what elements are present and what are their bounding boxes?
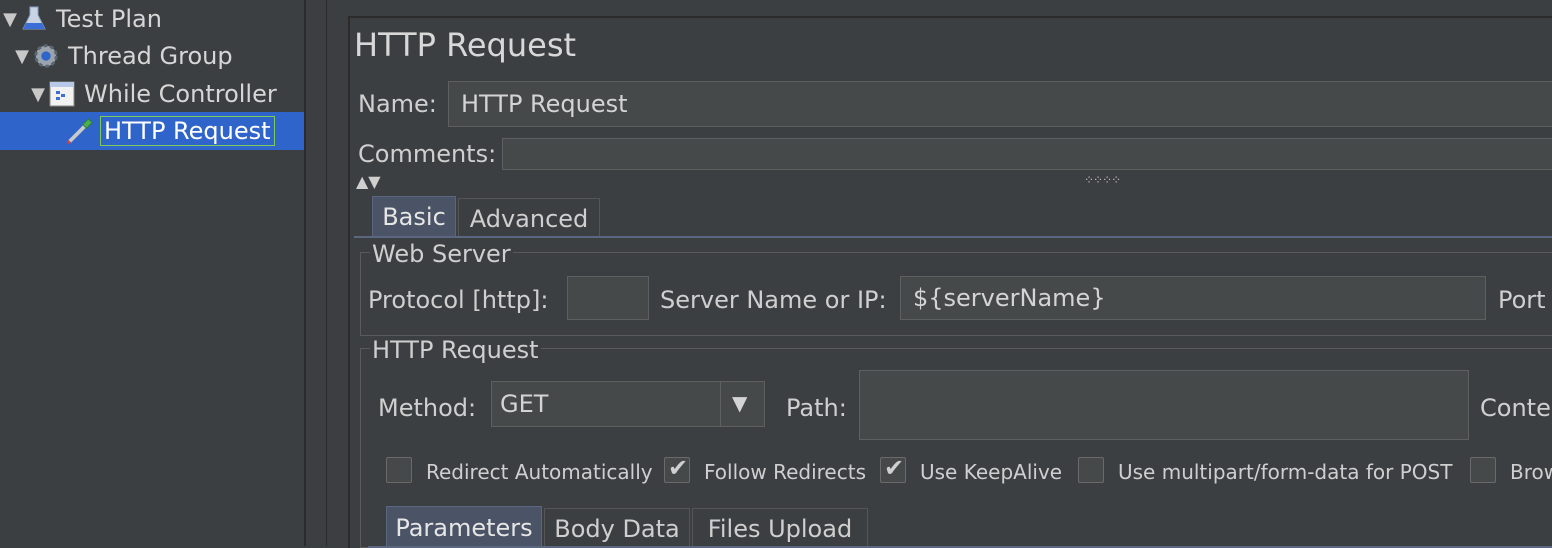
panel-title: HTTP Request bbox=[354, 26, 577, 64]
name-input[interactable] bbox=[448, 81, 1552, 127]
tree-item-test-plan[interactable]: ▼ Test Plan bbox=[0, 0, 162, 38]
redirect-automatically-label: Redirect Automatically bbox=[426, 460, 653, 484]
tab-body-data[interactable]: Body Data bbox=[544, 508, 690, 548]
tree-item-label: HTTP Request bbox=[100, 116, 275, 146]
content-encoding-label: Conte bbox=[1480, 394, 1551, 422]
comments-input[interactable] bbox=[502, 138, 1552, 170]
comments-label: Comments: bbox=[358, 140, 497, 168]
tree-item-label: Test Plan bbox=[56, 5, 162, 33]
tree-item-label: Thread Group bbox=[68, 42, 233, 70]
tree-item-http-request[interactable]: HTTP Request bbox=[0, 112, 304, 150]
test-plan-tree: ▼ Test Plan ▼ Thread Group ▼ While Contr… bbox=[0, 0, 304, 546]
server-name-label: Server Name or IP: bbox=[660, 286, 887, 314]
expand-arrow-icon[interactable]: ▼ bbox=[28, 84, 48, 105]
controller-icon bbox=[48, 80, 76, 108]
tree-item-label: While Controller bbox=[84, 80, 277, 108]
protocol-input[interactable] bbox=[567, 276, 649, 320]
protocol-label: Protocol [http]: bbox=[368, 286, 549, 314]
method-value: GET bbox=[500, 390, 549, 418]
drag-handle-icon[interactable]: ⁘⁘⁘⁘ bbox=[1084, 173, 1121, 187]
browser-compatible-checkbox[interactable] bbox=[1470, 457, 1496, 483]
multipart-form-data-label: Use multipart/form-data for POST bbox=[1118, 460, 1453, 484]
browser-compatible-label: Brow bbox=[1510, 460, 1552, 484]
http-request-legend: HTTP Request bbox=[370, 336, 541, 364]
web-server-legend: Web Server bbox=[370, 240, 513, 268]
name-label: Name: bbox=[358, 90, 437, 118]
server-name-input[interactable] bbox=[900, 276, 1486, 320]
method-select[interactable]: GET ▼ bbox=[491, 381, 765, 427]
expand-arrow-icon[interactable]: ▼ bbox=[12, 46, 32, 67]
chevron-down-icon[interactable]: ▼ bbox=[732, 391, 747, 415]
follow-redirects-checkbox[interactable] bbox=[664, 454, 690, 483]
http-request-panel: HTTP Request Name: Comments: ▲▼ ⁘⁘⁘⁘ Bas… bbox=[348, 16, 1552, 548]
follow-redirects-label: Follow Redirects bbox=[704, 460, 866, 484]
gear-icon bbox=[32, 42, 60, 70]
select-divider bbox=[720, 382, 721, 426]
collapse-arrows-icon[interactable]: ▲▼ bbox=[356, 172, 381, 191]
port-label: Port bbox=[1498, 286, 1546, 314]
path-label: Path: bbox=[786, 394, 847, 422]
use-keepalive-label: Use KeepAlive bbox=[920, 460, 1063, 484]
tab-advanced[interactable]: Advanced bbox=[458, 198, 600, 238]
flask-icon bbox=[20, 5, 48, 33]
expand-arrow-icon[interactable]: ▼ bbox=[0, 9, 20, 30]
multipart-form-data-checkbox[interactable] bbox=[1078, 457, 1104, 483]
method-label: Method: bbox=[378, 394, 477, 422]
tab-files-upload[interactable]: Files Upload bbox=[692, 508, 868, 548]
use-keepalive-checkbox[interactable] bbox=[880, 454, 906, 483]
tree-item-while-controller[interactable]: ▼ While Controller bbox=[28, 75, 277, 113]
tab-basic[interactable]: Basic bbox=[372, 196, 456, 236]
pipette-icon bbox=[66, 117, 94, 145]
tab-parameters[interactable]: Parameters bbox=[386, 506, 542, 548]
tree-item-thread-group[interactable]: ▼ Thread Group bbox=[12, 37, 233, 75]
tab-divider bbox=[354, 236, 1552, 238]
redirect-automatically-checkbox[interactable] bbox=[386, 457, 412, 483]
panel-gutter bbox=[306, 0, 327, 546]
path-input[interactable] bbox=[859, 370, 1469, 440]
